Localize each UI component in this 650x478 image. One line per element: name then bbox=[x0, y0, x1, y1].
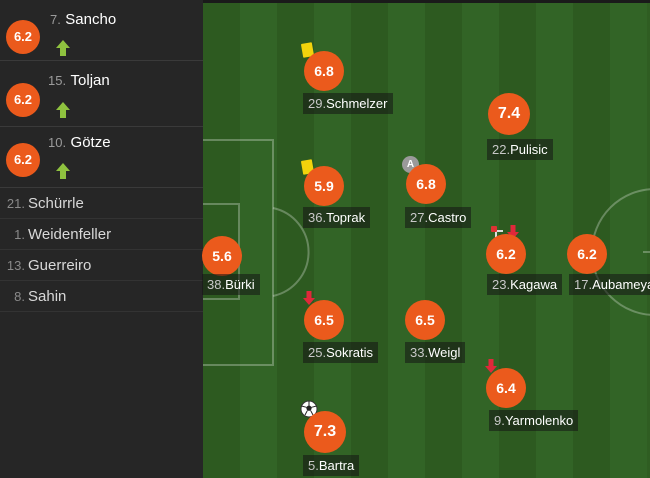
player-label[interactable]: 5.Bartra bbox=[303, 455, 360, 476]
player-rating: 6.5 bbox=[405, 300, 445, 340]
player-number: 8. bbox=[14, 289, 25, 304]
player-name: Weidenfeller bbox=[28, 226, 112, 243]
player-rating: 6.2 bbox=[6, 83, 40, 117]
player-label[interactable]: 38.Bürki bbox=[202, 274, 260, 295]
player-name: Schmelzer bbox=[326, 96, 388, 111]
substitute-row[interactable]: 6.2 10. Götze bbox=[0, 127, 203, 188]
player-rating: 6.4 bbox=[486, 368, 526, 408]
sub-in-arrow-icon bbox=[56, 102, 70, 118]
player-name: Toljan bbox=[70, 72, 110, 89]
top-edge bbox=[203, 0, 650, 3]
player-rating: 6.8 bbox=[406, 164, 446, 204]
player-name: Yarmolenko bbox=[504, 413, 574, 428]
player-name: Guerreiro bbox=[28, 257, 92, 274]
player-name: Aubameyang bbox=[592, 277, 650, 292]
player-rating: 6.2 bbox=[486, 234, 526, 274]
substitute-row[interactable]: 6.2 7. Sancho bbox=[0, 0, 203, 61]
player-name: Sahin bbox=[28, 288, 67, 305]
player-name: Bartra bbox=[318, 458, 355, 473]
player-number: 15. bbox=[48, 73, 67, 88]
player-rating: 5.9 bbox=[304, 166, 344, 206]
player-number: 38. bbox=[207, 277, 226, 292]
player-number: 17. bbox=[574, 277, 593, 292]
player-name: Schürrle bbox=[28, 195, 84, 212]
player-label: 10. Götze bbox=[48, 134, 111, 152]
player-number: 22. bbox=[492, 142, 511, 157]
player-rating: 6.2 bbox=[6, 143, 40, 177]
player-label[interactable]: 9.Yarmolenko bbox=[489, 410, 579, 431]
player-number: 10. bbox=[48, 135, 67, 150]
player-label[interactable]: 22.Pulisic bbox=[487, 139, 553, 160]
player-name: Bürki bbox=[225, 277, 255, 292]
player-label[interactable]: 25.Sokratis bbox=[303, 342, 379, 363]
player-label: 15. Toljan bbox=[48, 72, 110, 90]
player-number: 29. bbox=[308, 96, 327, 111]
player-label[interactable]: 36.Toprak bbox=[303, 207, 371, 228]
player-label[interactable]: 23.Kagawa bbox=[487, 274, 563, 295]
player-label[interactable]: 27.Castro bbox=[405, 207, 472, 228]
bench-row[interactable]: 8. Sahin bbox=[0, 281, 203, 312]
player-label: 7. Sancho bbox=[50, 11, 116, 29]
player-rating: 6.5 bbox=[304, 300, 344, 340]
player-label-clip: 17.Aubameyang bbox=[569, 274, 650, 295]
corner-flag-marker bbox=[491, 226, 497, 232]
player-rating: 5.6 bbox=[202, 236, 242, 276]
player-number: 21. bbox=[6, 196, 25, 211]
player-label[interactable]: 29.Schmelzer bbox=[303, 93, 393, 114]
player-number: 25. bbox=[308, 345, 327, 360]
player-number: 1. bbox=[14, 227, 25, 242]
player-rating: 7.4 bbox=[488, 93, 530, 135]
player-number: 13. bbox=[6, 258, 25, 273]
substitutes-panel: 6.2 7. Sancho 6.2 15. Toljan 6.2 10. Göt… bbox=[0, 0, 203, 478]
player-name: Kagawa bbox=[510, 277, 558, 292]
player-label[interactable]: 17.Aubameyang bbox=[569, 274, 650, 295]
player-rating: 6.2 bbox=[567, 234, 607, 274]
player-number: 7. bbox=[50, 12, 61, 27]
bench-row[interactable]: 1. Weidenfeller bbox=[0, 219, 203, 250]
bench-row[interactable]: 21. Schürrle bbox=[0, 188, 203, 219]
player-number: 5. bbox=[308, 458, 319, 473]
sub-in-arrow-icon bbox=[56, 40, 70, 56]
player-name: Weigl bbox=[428, 345, 461, 360]
substitute-row[interactable]: 6.2 15. Toljan bbox=[0, 66, 203, 127]
player-number: 9. bbox=[494, 413, 505, 428]
player-name: Toprak bbox=[326, 210, 366, 225]
player-number: 23. bbox=[492, 277, 511, 292]
sub-in-arrow-icon bbox=[56, 163, 70, 179]
player-name: Sancho bbox=[65, 11, 117, 28]
player-label[interactable]: 33.Weigl bbox=[405, 342, 466, 363]
player-rating: 7.3 bbox=[304, 411, 346, 453]
player-rating: 6.8 bbox=[304, 51, 344, 91]
bench-row[interactable]: 13. Guerreiro bbox=[0, 250, 203, 281]
player-name: Götze bbox=[70, 134, 111, 151]
player-name: Castro bbox=[428, 210, 467, 225]
player-number: 36. bbox=[308, 210, 327, 225]
lineup-view: 6.2 7. Sancho 6.2 15. Toljan 6.2 10. Göt… bbox=[0, 0, 650, 478]
player-rating: 6.2 bbox=[6, 20, 40, 54]
player-name: Pulisic bbox=[510, 142, 548, 157]
player-number: 33. bbox=[410, 345, 429, 360]
player-number: 27. bbox=[410, 210, 429, 225]
player-name: Sokratis bbox=[326, 345, 374, 360]
